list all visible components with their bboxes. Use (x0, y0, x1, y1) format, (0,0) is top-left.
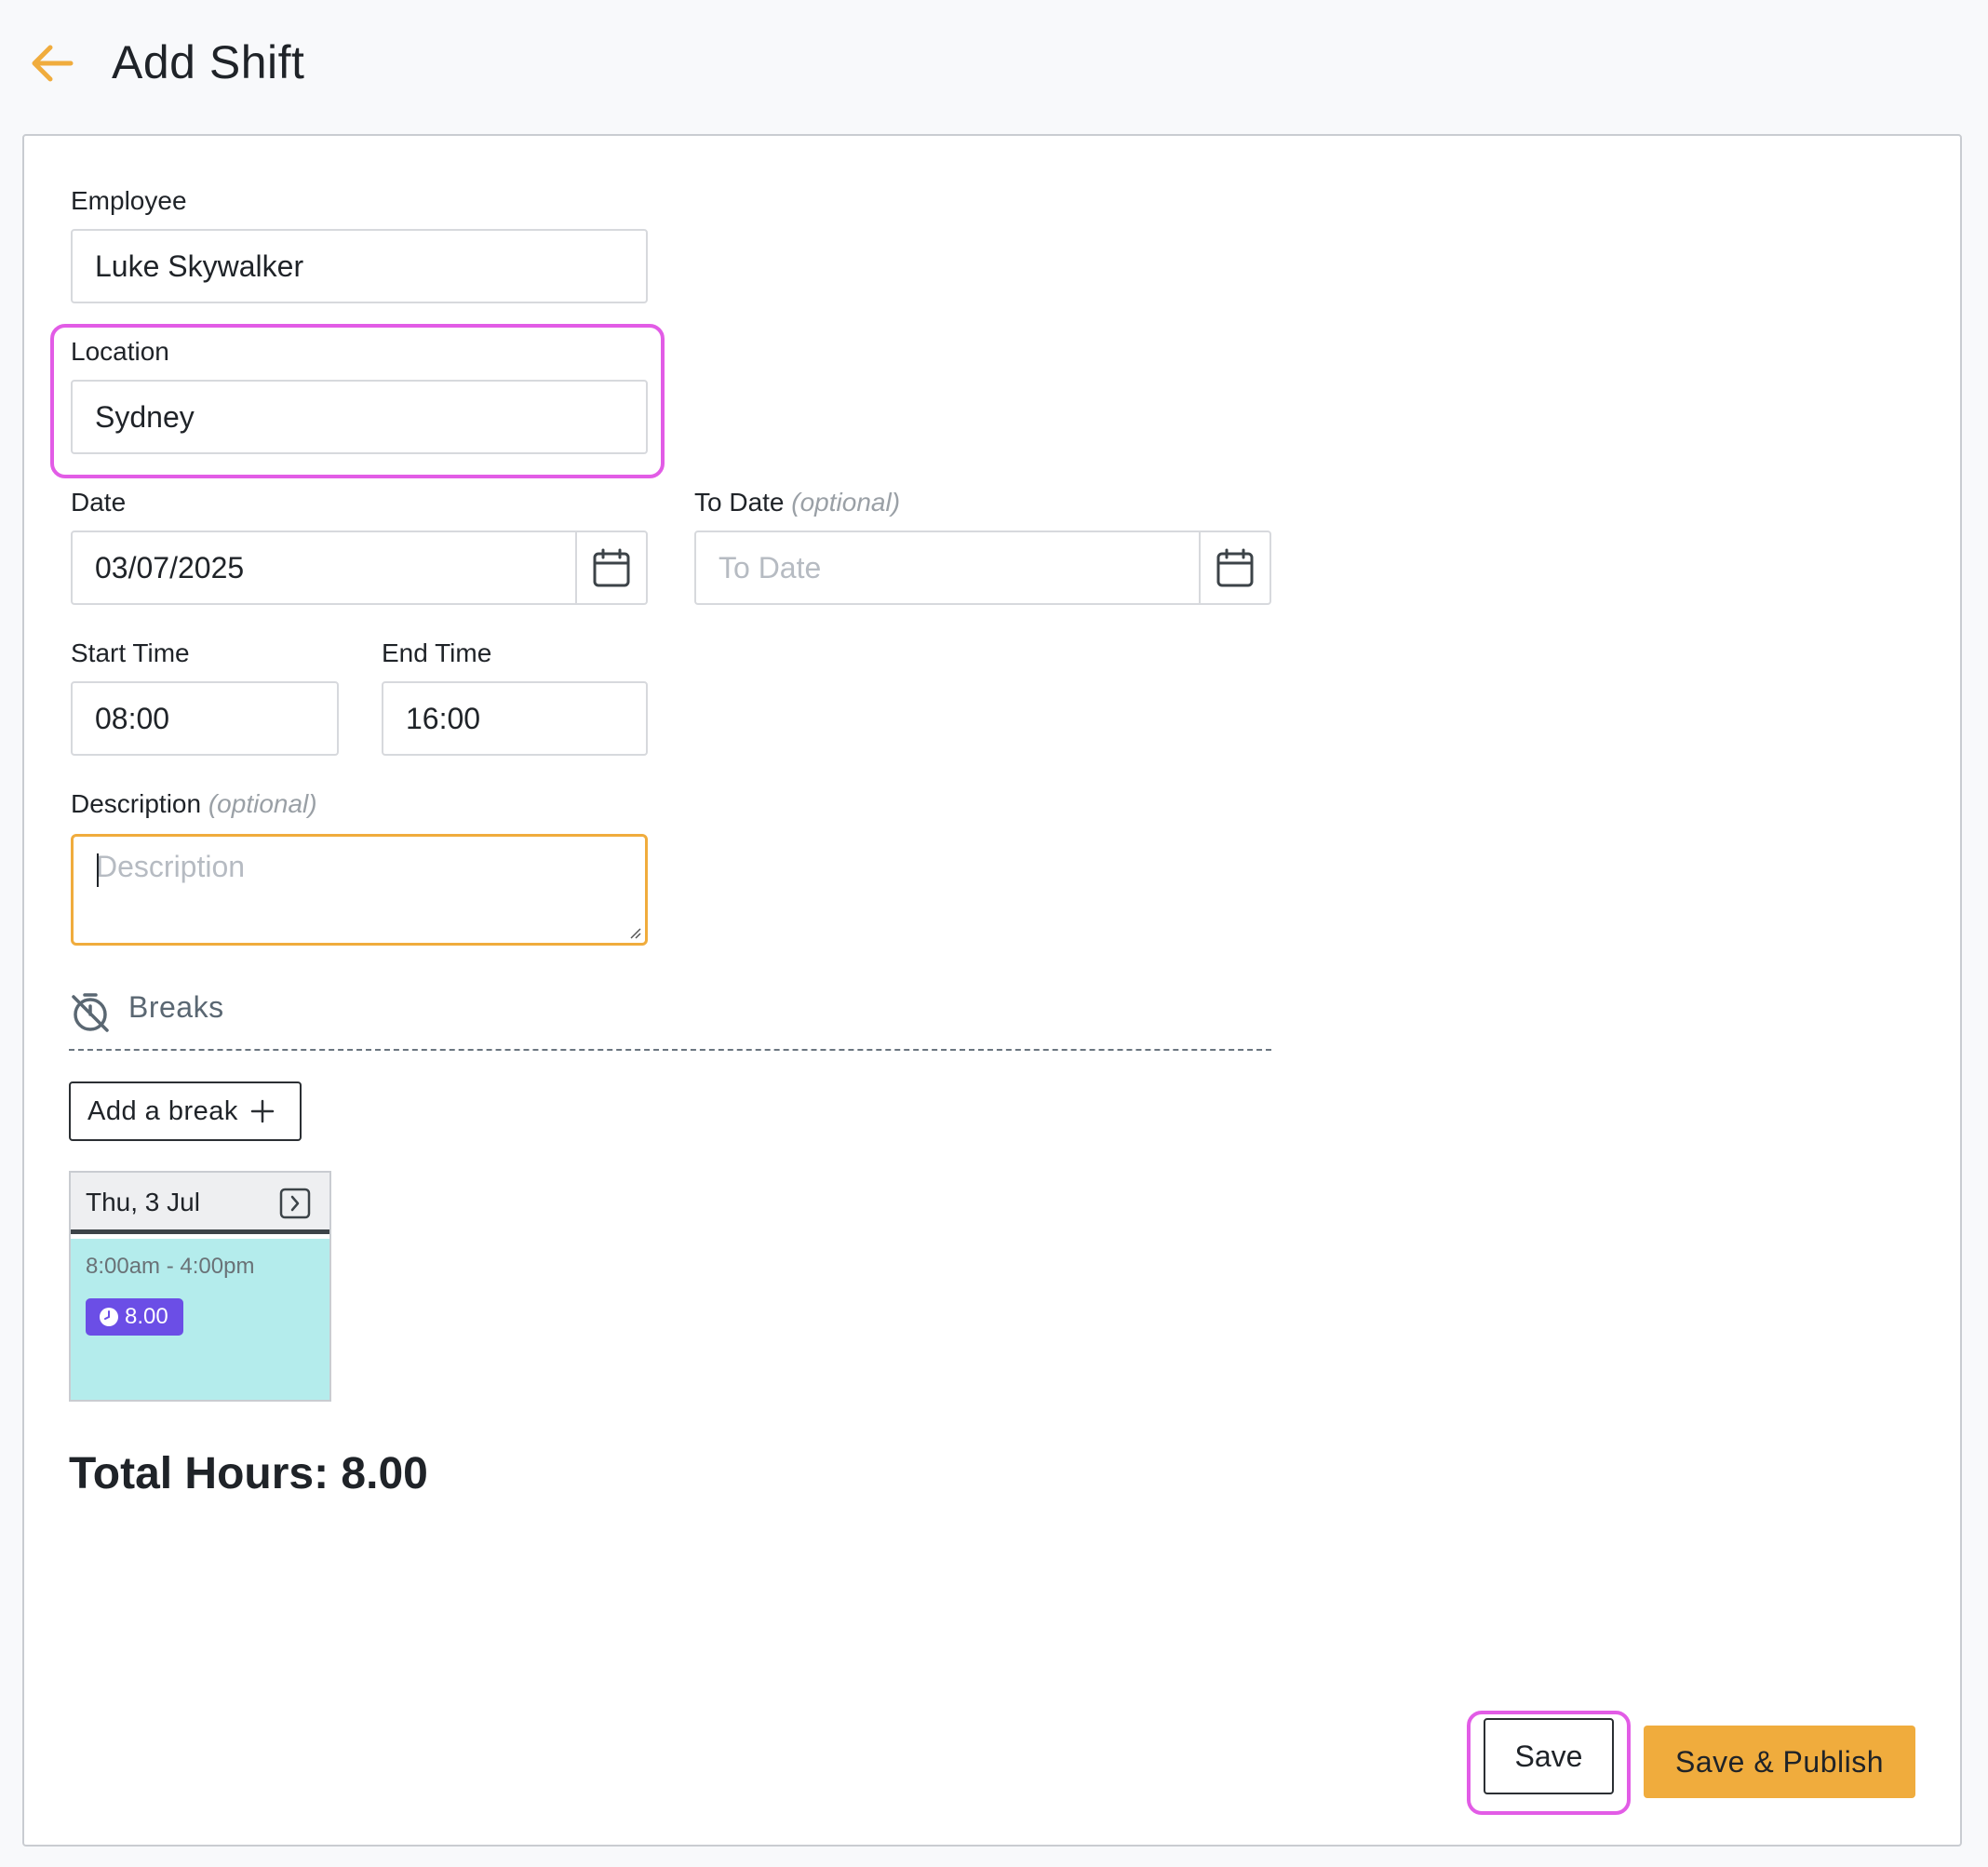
date-calendar-button[interactable] (575, 532, 646, 603)
hours-badge: 8.00 (86, 1298, 183, 1336)
page-header: Add Shift (0, 0, 1988, 130)
to-date-placeholder: To Date (719, 550, 822, 584)
shift-time-range: 8:00am - 4:00pm (86, 1254, 255, 1279)
shift-day-card: Thu, 3 Jul 8:00am - 4:00pm 8.00 (69, 1171, 331, 1402)
start-time-field[interactable]: 08:00 (71, 681, 339, 756)
employee-field[interactable]: Luke Skywalker (71, 229, 648, 303)
day-label: Thu, 3 Jul (86, 1188, 200, 1216)
calendar-icon (1216, 548, 1254, 587)
day-card-header: Thu, 3 Jul (71, 1173, 329, 1234)
hours-value: 8.00 (125, 1304, 168, 1329)
employee-label: Employee (71, 186, 187, 215)
arrow-left-icon[interactable] (28, 39, 76, 87)
start-time-label: Start Time (71, 638, 190, 667)
date-label: Date (71, 488, 127, 517)
to-date-calendar-button[interactable] (1199, 532, 1269, 603)
to-date-optional: (optional) (791, 488, 901, 517)
text-caret (97, 853, 99, 887)
add-break-button[interactable]: Add a break (69, 1081, 302, 1141)
description-placeholder: Description (96, 850, 246, 883)
day-card-body: 8:00am - 4:00pm 8.00 (71, 1239, 329, 1400)
description-optional: (optional) (208, 789, 317, 818)
page-title: Add Shift (112, 36, 305, 88)
save-publish-button[interactable]: Save & Publish (1644, 1726, 1915, 1798)
chevron-right-icon[interactable] (279, 1188, 311, 1219)
resize-handle-icon[interactable] (626, 924, 641, 939)
add-break-label: Add a break (87, 1095, 238, 1126)
breaks-title: Breaks (128, 990, 224, 1024)
date-field[interactable]: 03/07/2025 (71, 531, 648, 605)
total-hours: Total Hours: 8.00 (69, 1449, 428, 1498)
date-value: 03/07/2025 (95, 550, 245, 584)
description-label: Description (optional) (71, 789, 317, 818)
end-time-field[interactable]: 16:00 (382, 681, 648, 756)
location-field[interactable]: Sydney (71, 380, 648, 454)
save-button[interactable]: Save (1484, 1718, 1614, 1794)
clock-icon (100, 1308, 118, 1326)
plus-icon (250, 1099, 275, 1123)
breaks-divider (69, 1049, 1271, 1051)
timer-off-icon (72, 993, 109, 1032)
calendar-icon (593, 548, 630, 587)
to-date-field[interactable]: To Date (694, 531, 1271, 605)
description-textarea[interactable]: Description (71, 834, 648, 946)
end-time-label: End Time (382, 638, 492, 667)
location-label: Location (71, 337, 169, 366)
add-shift-form: Employee Luke Skywalker Location Sydney … (22, 134, 1962, 1847)
to-date-label: To Date (optional) (694, 488, 901, 517)
